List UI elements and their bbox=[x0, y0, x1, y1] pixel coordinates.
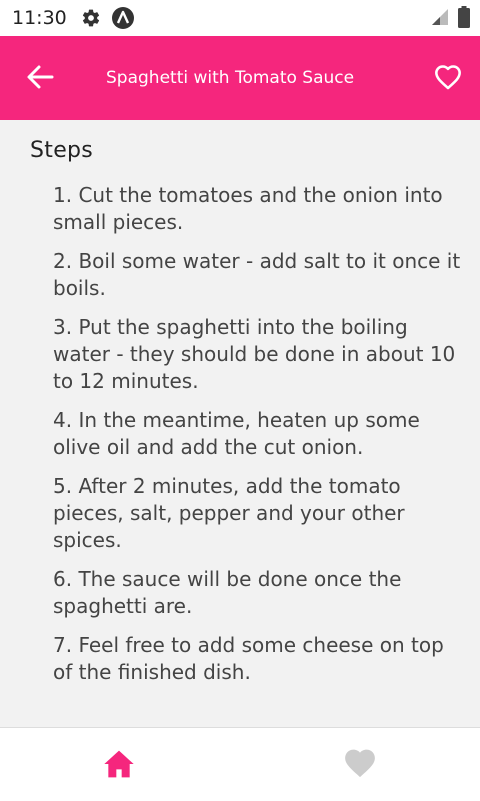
page-title: Spaghetti with Tomato Sauce bbox=[106, 68, 355, 88]
favorite-button[interactable] bbox=[432, 64, 464, 94]
step-item: 2. Boil some water - add salt to it once… bbox=[53, 249, 461, 300]
recipe-content: Steps 1. Cut the tomatoes and the onion … bbox=[0, 120, 480, 726]
app-bar: Spaghetti with Tomato Sauce bbox=[0, 36, 480, 120]
steps-list: 1. Cut the tomatoes and the onion into s… bbox=[53, 182, 463, 698]
status-bar: 11:30 bbox=[0, 0, 480, 36]
step-item: 1. Cut the tomatoes and the onion into s… bbox=[53, 183, 443, 234]
step-item: 6. The sauce will be done once the spagh… bbox=[53, 567, 402, 618]
step-item: 5. After 2 minutes, add the tomato piece… bbox=[53, 474, 405, 552]
step-item: 3. Put the spaghetti into the boiling wa… bbox=[53, 315, 456, 393]
heart-icon bbox=[343, 747, 377, 783]
gear-icon bbox=[81, 8, 101, 28]
step-item: 4. In the meantime, heaten up some olive… bbox=[53, 408, 420, 459]
nav-favorites-button[interactable] bbox=[342, 748, 378, 782]
status-time: 11:30 bbox=[12, 7, 67, 29]
signal-icon bbox=[430, 7, 450, 31]
home-icon bbox=[103, 749, 135, 783]
heart-outline-icon bbox=[434, 64, 462, 94]
steps-heading: Steps bbox=[30, 138, 94, 163]
step-item: 7. Feel free to add some cheese on top o… bbox=[53, 633, 444, 684]
back-button[interactable] bbox=[22, 64, 58, 94]
battery-icon bbox=[458, 6, 470, 32]
arrow-left-icon bbox=[26, 64, 54, 94]
bottom-navigation bbox=[0, 727, 480, 801]
nav-home-button[interactable] bbox=[102, 750, 136, 782]
a-logo-icon bbox=[111, 6, 135, 30]
